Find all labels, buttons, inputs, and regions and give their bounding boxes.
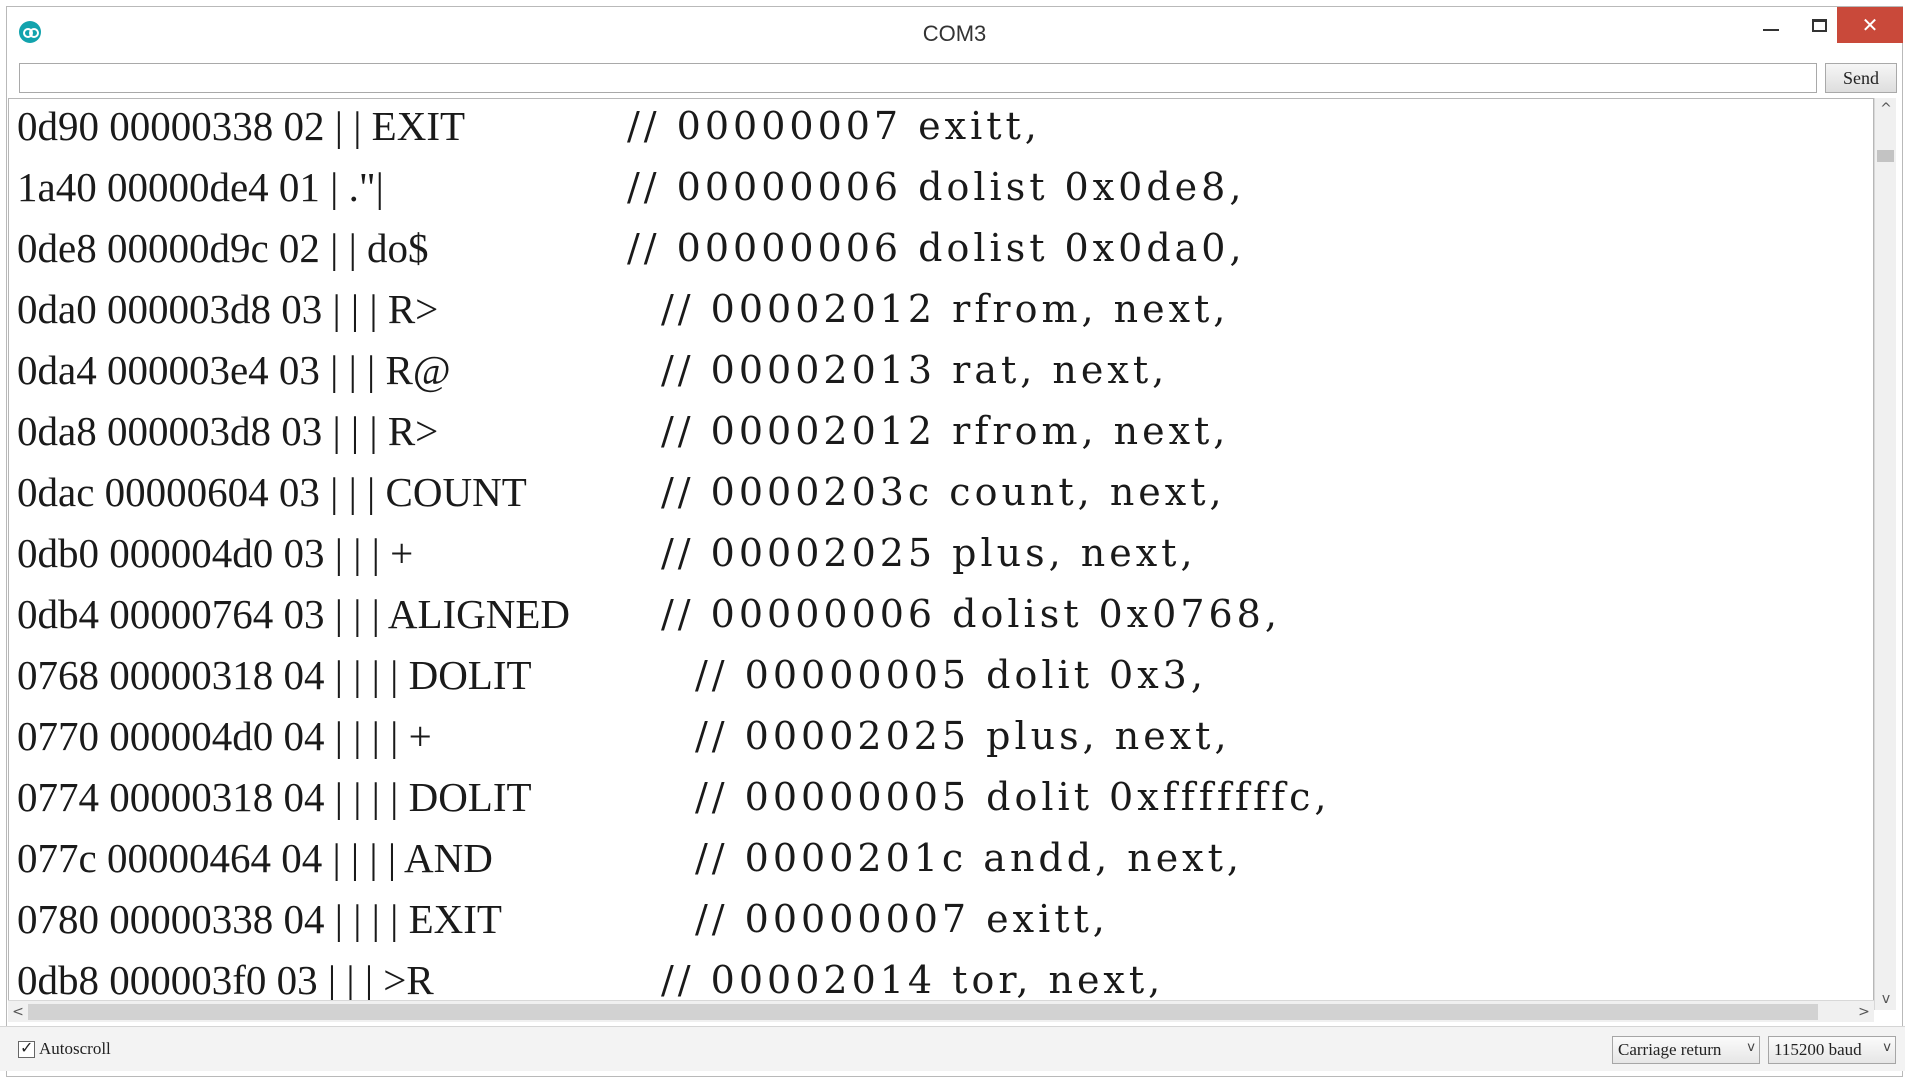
output-line: 0de8 00000d9c 02 | | do$// 00000006 doli… bbox=[17, 219, 1242, 277]
output-line-address: 0db4 00000764 03 | | | ALIGNED bbox=[17, 591, 571, 637]
output-line-address: 0780 00000338 04 | | | | EXIT bbox=[17, 896, 502, 942]
autoscroll-label: Autoscroll bbox=[39, 1039, 111, 1058]
send-input[interactable] bbox=[19, 63, 1817, 93]
output-line-address: 0da8 000003d8 03 | | | R> bbox=[17, 408, 439, 454]
output-line-address: 0774 00000318 04 | | | | DOLIT bbox=[17, 774, 532, 820]
line-ending-value: Carriage return bbox=[1618, 1040, 1722, 1059]
maximize-icon bbox=[1811, 18, 1827, 32]
output-line-address: 0db0 000004d0 03 | | | + bbox=[17, 530, 414, 576]
output-line: 0da4 000003e4 03 | | | R@// 00002013 rat… bbox=[17, 341, 1164, 399]
output-line-comment: // 00000005 dolit 0xfffffffc, bbox=[695, 775, 1331, 819]
output-line: 0da0 000003d8 03 | | | R>// 00002012 rfr… bbox=[17, 280, 1225, 338]
output-line: 0da8 000003d8 03 | | | R>// 00002012 rfr… bbox=[17, 402, 1225, 460]
close-icon: ✕ bbox=[1861, 13, 1879, 37]
output-line-comment: // 00000007 exitt, bbox=[627, 104, 1041, 148]
output-line-comment: // 00000005 dolit 0x3, bbox=[695, 653, 1207, 697]
output-line-comment: // 00002025 plus, next, bbox=[661, 531, 1197, 575]
scroll-left-icon[interactable]: < bbox=[8, 1001, 28, 1023]
output-line-address: 0da0 000003d8 03 | | | R> bbox=[17, 286, 439, 332]
output-line-comment: // 00000006 dolist 0x0768, bbox=[661, 592, 1281, 636]
autoscroll-toggle[interactable]: Autoscroll bbox=[18, 1038, 111, 1059]
output-line-comment: // 00002012 rfrom, next, bbox=[661, 287, 1230, 331]
output-line: 0dac 00000604 03 | | | COUNT// 0000203c … bbox=[17, 463, 1222, 521]
output-line-comment: // 0000201c andd, next, bbox=[695, 836, 1243, 880]
maximize-button[interactable] bbox=[1795, 7, 1843, 43]
output-line-address: 0768 00000318 04 | | | | DOLIT bbox=[17, 652, 532, 698]
output-line: 1a40 00000de4 01 | ."|// 00000006 dolist… bbox=[17, 158, 1241, 216]
output-line-address: 1a40 00000de4 01 | ."| bbox=[17, 164, 384, 210]
window-title: COM3 bbox=[922, 21, 987, 46]
send-button[interactable]: Send bbox=[1825, 63, 1897, 93]
output-line: 077c 00000464 04 | | | | AND// 0000201c … bbox=[17, 829, 1239, 887]
serial-output[interactable]: 0d90 00000338 02 | | EXIT // 00000007 exi… bbox=[8, 98, 1874, 1010]
output-line-comment: // 0000203c count, next, bbox=[661, 470, 1226, 514]
output-line-comment: // 00000007 exitt, bbox=[695, 897, 1109, 941]
autoscroll-checkbox[interactable] bbox=[18, 1038, 35, 1058]
output-line-address: 0da4 000003e4 03 | | | R@ bbox=[17, 347, 451, 393]
chevron-down-icon: v bbox=[1747, 1040, 1755, 1055]
output-line: 0db0 000004d0 03 | | | +// 00002025 plus… bbox=[17, 524, 1193, 582]
output-line: 0774 00000318 04 | | | | DOLIT// 0000000… bbox=[17, 768, 1326, 826]
close-button[interactable]: ✕ bbox=[1837, 7, 1903, 43]
output-line-comment: // 00000006 dolist 0x0de8, bbox=[627, 165, 1246, 209]
baud-rate-value: 115200 baud bbox=[1774, 1040, 1862, 1059]
output-line: 0db4 00000764 03 | | | ALIGNED// 0000000… bbox=[17, 585, 1277, 643]
scroll-down-icon[interactable]: v bbox=[1875, 988, 1897, 1010]
baud-rate-select[interactable]: 115200 baud v bbox=[1768, 1036, 1896, 1064]
output-line-address: 0db8 000003f0 03 | | | >R bbox=[17, 957, 434, 1003]
vertical-scrollbar[interactable]: ^ v bbox=[1874, 98, 1896, 1010]
output-line-address: 0770 000004d0 04 | | | | + bbox=[17, 713, 432, 759]
vertical-scroll-thumb[interactable] bbox=[1877, 150, 1894, 162]
output-line-address: 077c 00000464 04 | | | | AND bbox=[17, 835, 493, 881]
output-line-address: 0dac 00000604 03 | | | COUNT bbox=[17, 469, 527, 515]
output-line: 0770 000004d0 04 | | | | +// 00002025 pl… bbox=[17, 707, 1227, 765]
output-line-address: 0d90 00000338 02 | | EXIT bbox=[17, 103, 466, 149]
output-line-comment: // 00002012 rfrom, next, bbox=[661, 409, 1230, 453]
output-line-comment: // 00002013 rat, next, bbox=[661, 348, 1169, 392]
scroll-up-icon[interactable]: ^ bbox=[1875, 98, 1897, 120]
scroll-right-icon[interactable]: > bbox=[1854, 1001, 1874, 1023]
line-ending-select[interactable]: Carriage return v bbox=[1612, 1036, 1760, 1064]
output-line-address: 0de8 00000d9c 02 | | do$ bbox=[17, 225, 429, 271]
title-bar: COM3 ✕ bbox=[7, 7, 1903, 57]
output-line-comment: // 00000006 dolist 0x0da0, bbox=[627, 226, 1246, 270]
output-line: 0780 00000338 04 | | | | EXIT// 00000007… bbox=[17, 890, 1105, 948]
horizontal-scrollbar[interactable]: < > bbox=[8, 1000, 1874, 1022]
horizontal-scroll-thumb[interactable] bbox=[28, 1004, 1818, 1020]
send-row: Send bbox=[15, 59, 1897, 97]
chevron-down-icon: v bbox=[1883, 1040, 1891, 1055]
output-line-comment: // 00002025 plus, next, bbox=[695, 714, 1231, 758]
status-bar: Autoscroll Carriage return v 115200 baud… bbox=[0, 1026, 1905, 1071]
minimize-icon bbox=[1763, 29, 1779, 31]
output-line: 0768 00000318 04 | | | | DOLIT// 0000000… bbox=[17, 646, 1203, 704]
minimize-button[interactable] bbox=[1747, 7, 1795, 43]
output-line: 0d90 00000338 02 | | EXIT// 00000007 exi… bbox=[17, 99, 1037, 155]
